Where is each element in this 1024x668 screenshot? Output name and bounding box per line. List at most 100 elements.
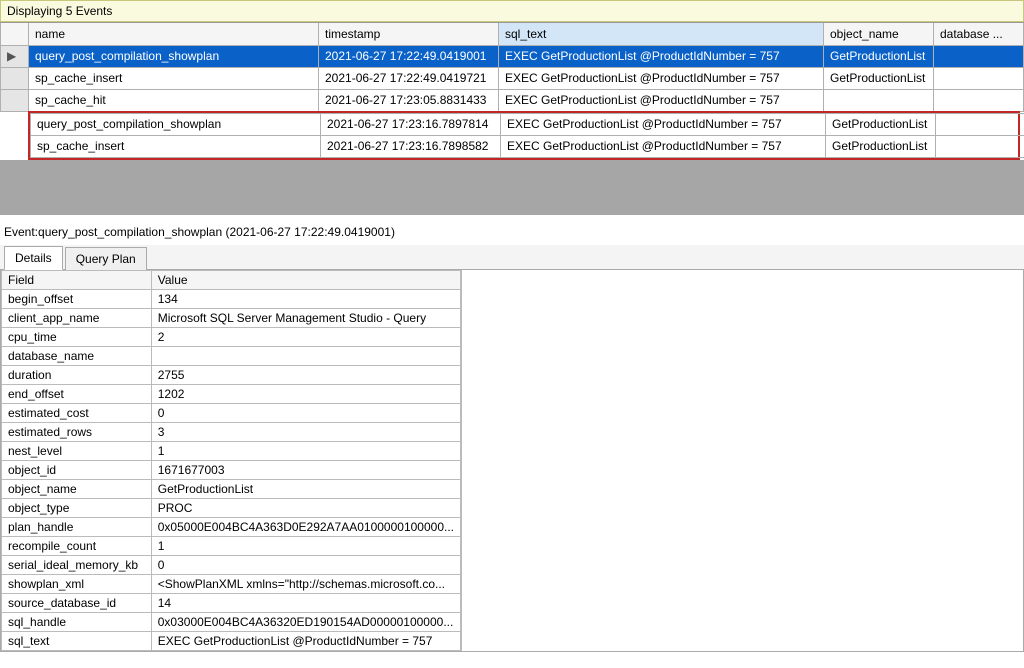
cell-timestamp[interactable]: 2021-06-27 17:22:49.0419721 [319, 67, 499, 89]
cell-sqltext[interactable]: EXEC GetProductionList @ProductIdNumber … [499, 45, 824, 67]
col-header-timestamp[interactable]: timestamp [319, 23, 499, 45]
cell-sqltext[interactable]: EXEC GetProductionList @ProductIdNumber … [501, 135, 826, 157]
cell-name[interactable]: sp_cache_insert [31, 135, 321, 157]
cell-database[interactable] [936, 113, 1024, 135]
details-field[interactable]: sql_text [2, 631, 152, 650]
details-row[interactable]: object_typePROC [2, 498, 461, 517]
cell-sqltext[interactable]: EXEC GetProductionList @ProductIdNumber … [501, 113, 826, 135]
cell-database[interactable] [934, 67, 1024, 89]
cell-name[interactable]: sp_cache_hit [29, 89, 319, 111]
details-row[interactable]: plan_handle0x05000E004BC4A363D0E292A7AA0… [2, 517, 461, 536]
cell-database[interactable] [936, 135, 1024, 157]
cell-name[interactable]: query_post_compilation_showplan [31, 113, 321, 135]
details-field[interactable]: cpu_time [2, 327, 152, 346]
details-row[interactable]: sql_handle0x03000E004BC4A36320ED190154AD… [2, 612, 461, 631]
table-row[interactable]: ▶query_post_compilation_showplan2021-06-… [1, 45, 1024, 67]
details-row[interactable]: source_database_id14 [2, 593, 461, 612]
details-field[interactable]: object_type [2, 498, 152, 517]
details-row[interactable]: begin_offset134 [2, 289, 461, 308]
details-field[interactable]: plan_handle [2, 517, 152, 536]
details-field[interactable]: end_offset [2, 384, 152, 403]
details-value[interactable]: 14 [151, 593, 460, 612]
cell-sqltext[interactable]: EXEC GetProductionList @ProductIdNumber … [499, 67, 824, 89]
cell-objectname[interactable]: GetProductionList [824, 67, 934, 89]
details-field[interactable]: database_name [2, 346, 152, 365]
details-value[interactable]: 1 [151, 536, 460, 555]
details-value[interactable] [151, 346, 460, 365]
details-value[interactable]: GetProductionList [151, 479, 460, 498]
details-row[interactable]: nest_level1 [2, 441, 461, 460]
cell-timestamp[interactable]: 2021-06-27 17:23:16.7897814 [321, 113, 501, 135]
table-row[interactable]: sp_cache_hit2021-06-27 17:23:05.8831433E… [1, 89, 1024, 111]
details-value[interactable]: <ShowPlanXML xmlns="http://schemas.micro… [151, 574, 460, 593]
cell-timestamp[interactable]: 2021-06-27 17:23:05.8831433 [319, 89, 499, 111]
details-row[interactable]: object_nameGetProductionList [2, 479, 461, 498]
events-table[interactable]: name timestamp sql_text object_name data… [0, 23, 1024, 112]
details-field[interactable]: source_database_id [2, 593, 152, 612]
details-field[interactable]: sql_handle [2, 612, 152, 631]
details-row[interactable]: estimated_rows3 [2, 422, 461, 441]
details-row[interactable]: serial_ideal_memory_kb0 [2, 555, 461, 574]
details-field[interactable]: estimated_rows [2, 422, 152, 441]
details-value[interactable]: 2 [151, 327, 460, 346]
details-field[interactable]: object_id [2, 460, 152, 479]
details-col-field[interactable]: Field [2, 270, 152, 289]
details-value[interactable]: 134 [151, 289, 460, 308]
col-header-sqltext[interactable]: sql_text [499, 23, 824, 45]
details-row[interactable]: database_name [2, 346, 461, 365]
col-header-objectname[interactable]: object_name [824, 23, 934, 45]
cell-database[interactable] [934, 45, 1024, 67]
details-field[interactable]: begin_offset [2, 289, 152, 308]
cell-objectname[interactable]: GetProductionList [826, 135, 936, 157]
cell-name[interactable]: query_post_compilation_showplan [29, 45, 319, 67]
cell-objectname[interactable]: GetProductionList [824, 45, 934, 67]
cell-timestamp[interactable]: 2021-06-27 17:23:16.7898582 [321, 135, 501, 157]
details-field[interactable]: duration [2, 365, 152, 384]
details-value[interactable]: 0 [151, 555, 460, 574]
details-row[interactable]: object_id1671677003 [2, 460, 461, 479]
cell-sqltext[interactable]: EXEC GetProductionList @ProductIdNumber … [499, 89, 824, 111]
details-col-value[interactable]: Value [151, 270, 460, 289]
details-row[interactable]: client_app_nameMicrosoft SQL Server Mana… [2, 308, 461, 327]
tab-query-plan[interactable]: Query Plan [65, 247, 147, 270]
details-field[interactable]: recompile_count [2, 536, 152, 555]
details-field[interactable]: client_app_name [2, 308, 152, 327]
details-row[interactable]: showplan_xml<ShowPlanXML xmlns="http://s… [2, 574, 461, 593]
details-row[interactable]: cpu_time2 [2, 327, 461, 346]
details-field[interactable]: estimated_cost [2, 403, 152, 422]
details-field[interactable]: nest_level [2, 441, 152, 460]
details-value[interactable]: 3 [151, 422, 460, 441]
details-value[interactable]: 1671677003 [151, 460, 460, 479]
details-value[interactable]: Microsoft SQL Server Management Studio -… [151, 308, 460, 327]
details-value[interactable]: 0x03000E004BC4A36320ED190154AD0000010000… [151, 612, 460, 631]
details-value[interactable]: 0x05000E004BC4A363D0E292A7AA010000010000… [151, 517, 460, 536]
details-row[interactable]: duration2755 [2, 365, 461, 384]
details-value[interactable]: EXEC GetProductionList @ProductIdNumber … [151, 631, 460, 650]
tab-details[interactable]: Details [4, 246, 63, 270]
details-row[interactable]: end_offset1202 [2, 384, 461, 403]
cell-name[interactable]: sp_cache_insert [29, 67, 319, 89]
events-header-row[interactable]: name timestamp sql_text object_name data… [1, 23, 1024, 45]
col-header-name[interactable]: name [29, 23, 319, 45]
details-row[interactable]: sql_textEXEC GetProductionList @ProductI… [2, 631, 461, 650]
details-value[interactable]: 1 [151, 441, 460, 460]
table-row[interactable]: query_post_compilation_showplan2021-06-2… [31, 113, 1024, 135]
details-value[interactable]: 2755 [151, 365, 460, 384]
details-row[interactable]: recompile_count1 [2, 536, 461, 555]
table-row[interactable]: sp_cache_insert2021-06-27 17:22:49.04197… [1, 67, 1024, 89]
details-value[interactable]: 1202 [151, 384, 460, 403]
details-field[interactable]: serial_ideal_memory_kb [2, 555, 152, 574]
details-value[interactable]: PROC [151, 498, 460, 517]
col-header-database[interactable]: database ... [934, 23, 1024, 45]
details-field[interactable]: object_name [2, 479, 152, 498]
details-row[interactable]: estimated_cost0 [2, 403, 461, 422]
table-row[interactable]: sp_cache_insert2021-06-27 17:23:16.78985… [31, 135, 1024, 157]
cell-objectname[interactable] [824, 89, 934, 111]
details-table[interactable]: Field Value begin_offset134client_app_na… [1, 270, 461, 651]
cell-objectname[interactable]: GetProductionList [826, 113, 936, 135]
cell-timestamp[interactable]: 2021-06-27 17:22:49.0419001 [319, 45, 499, 67]
details-field[interactable]: showplan_xml [2, 574, 152, 593]
events-grid: name timestamp sql_text object_name data… [0, 22, 1024, 215]
cell-database[interactable] [934, 89, 1024, 111]
details-value[interactable]: 0 [151, 403, 460, 422]
